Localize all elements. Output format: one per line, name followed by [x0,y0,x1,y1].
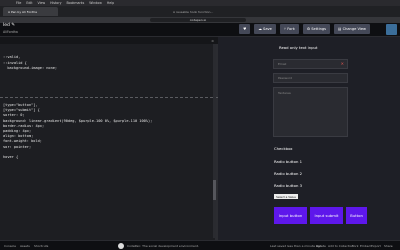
menu-help[interactable]: Help [107,1,114,5]
browser-tab-pen[interactable]: A Pen by Ali Fordha [3,7,58,16]
input-submit-button[interactable]: Input submit [310,207,343,224]
fork-label: Fork [287,27,295,31]
editor-scroll-thumb[interactable] [213,180,216,200]
export-button[interactable]: Export [371,244,381,248]
add-to-collection-button[interactable]: Add to Collection [328,244,354,248]
console-tab[interactable]: Console [4,244,16,248]
menu-history[interactable]: History [50,1,61,5]
settings-button[interactable]: ⚙ Settings [302,24,331,34]
code-line[interactable]: ::valid, [3,55,20,59]
invalid-icon: ✕ [340,61,344,66]
button[interactable]: Button [346,207,367,224]
tab-label: A Pen by Ali Fordha [8,9,37,14]
header-actions: ♥ ☁ Save ⑂ Fork ⚙ Settings ▤ Change View [239,24,370,34]
save-label: Save [263,27,272,31]
radio-button-1[interactable]: Radio button 1 [274,159,302,164]
menu-window[interactable]: Window [89,1,102,5]
menu-edit[interactable]: Edit [26,1,32,5]
browser-tab-hook[interactable]: A reusable hook function… [168,7,218,16]
share-button[interactable]: Share [384,244,393,248]
code-line[interactable]: sorter: 0; [3,113,25,117]
codepen-logo-icon [118,243,124,249]
heart-button[interactable]: ♥ [239,24,251,34]
code-line[interactable]: padding: 4px; [3,129,31,133]
password-field[interactable]: Password [273,73,348,83]
status-bar: Console Assets Shortcuts CodePen: The so… [0,240,400,250]
url-text: codepen.io [189,18,207,22]
input-button[interactable]: Input button [274,207,307,224]
fork-button[interactable]: ⑂ Fork [279,24,299,34]
textarea-placeholder: Textarea [278,91,291,95]
address-input[interactable]: codepen.io [150,18,246,22]
radio-button-3[interactable]: Radio button 3 [274,183,302,188]
code-line[interactable]: [type="button"], [3,103,38,107]
change-view-button[interactable]: ▤ Change View [334,24,370,34]
menu-bookmarks[interactable]: Bookmarks [66,1,84,5]
textarea-field[interactable]: Textarea [273,87,348,137]
tab-bar: A Pen by Ali Fordha A reusable hook func… [0,6,400,17]
code-line[interactable]: align: bottom; [3,134,33,138]
pen-header: led ✎ AliFordha ♥ ☁ Save ⑂ Fork ⚙ Settin… [0,23,400,37]
code-line[interactable]: hover { [3,155,18,159]
code-line[interactable]: font-weight: bold; [3,139,42,143]
fork-footer-button[interactable]: Fork [352,244,358,248]
code-line[interactable]: ::invalid { [3,61,27,65]
email-placeholder: Email [278,62,287,66]
editor-header: ⚙ [0,37,218,44]
change-view-label: Change View [342,27,366,31]
email-field[interactable]: Email ✕ [273,59,348,69]
editor-settings-icon[interactable]: ⚙ [211,39,214,43]
code-line[interactable]: [type="submit"] { [3,108,40,112]
avatar[interactable] [386,24,397,35]
assets-tab[interactable]: Assets [20,244,30,248]
last-saved: Last saved less than a minute ago [270,244,322,248]
menu-file[interactable]: File [16,1,21,5]
save-button[interactable]: ☁ Save [254,24,276,34]
shortcuts-tab[interactable]: Shortcuts [34,244,48,248]
preview-pane: Read only text input Email ✕ Password Te… [221,37,400,240]
code-divider [0,97,218,98]
pen-author[interactable]: AliFordha [0,30,18,34]
select-dropdown[interactable]: Select a Value [274,194,298,199]
code-line[interactable]: background-image: none; [3,66,57,70]
editor-scrollbar[interactable] [213,44,216,238]
pen-title[interactable]: led ✎ [0,23,15,28]
embed-button[interactable]: Embed [360,244,370,248]
code-line[interactable]: background: linear-gradient(90deg, $purp… [3,119,152,123]
settings-label: Settings [311,27,327,31]
password-placeholder: Password [278,76,293,80]
code-line[interactable]: sor: pointer; [3,145,31,149]
readonly-input: Read only text input [279,45,318,50]
select-value: Select a Value [276,194,296,199]
checkbox-label[interactable]: Checkbox [274,146,293,151]
heart-icon: ♥ [243,27,247,31]
code-line[interactable]: border-radius: 4px; [3,124,44,128]
radio-button-2[interactable]: Radio button 2 [274,171,302,176]
tab-label: A reusable hook function… [173,9,214,14]
menu-view[interactable]: View [38,1,46,5]
status-tagline: CodePen: The social development environm… [127,244,199,248]
delete-button[interactable]: Delete [316,244,326,248]
css-editor[interactable]: ⚙ ::valid,::invalid { background-image: … [0,37,218,240]
